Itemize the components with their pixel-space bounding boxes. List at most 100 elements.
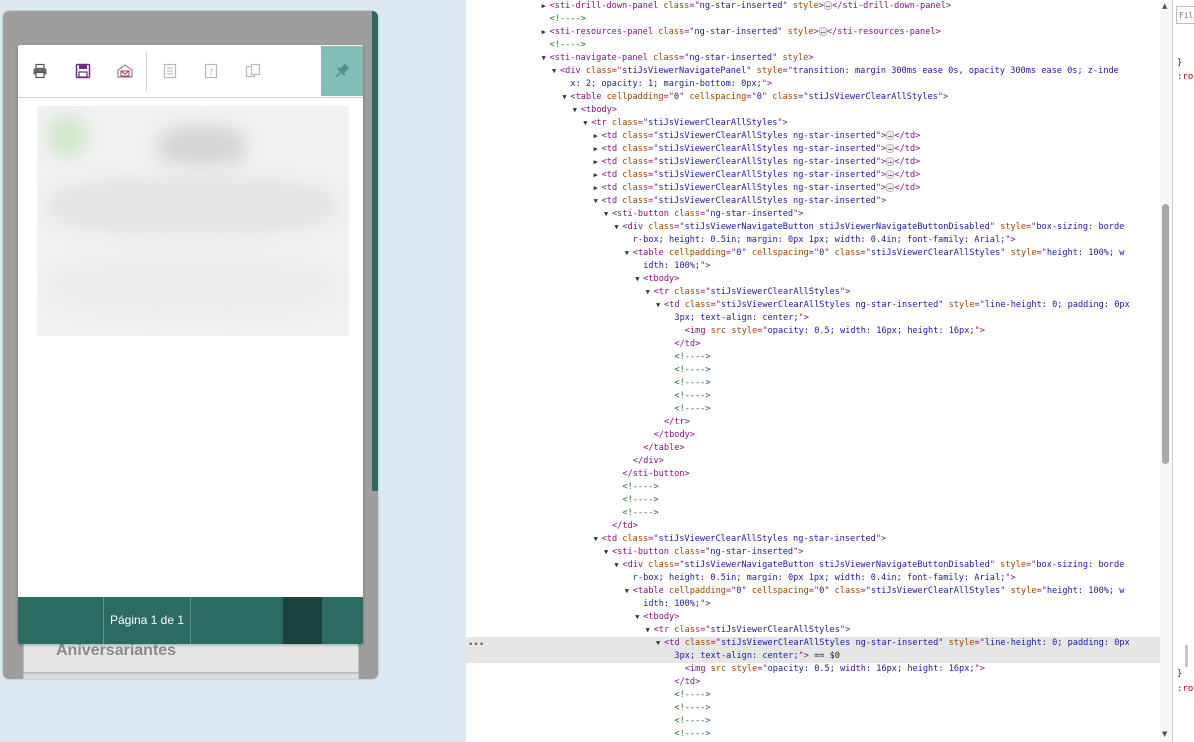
- collapse-triangle-icon[interactable]: ▼: [656, 299, 664, 312]
- collapse-triangle-icon[interactable]: ▼: [656, 637, 664, 650]
- dom-node-line[interactable]: r-box; height: 0.5in; margin: 0px 1px; w…: [466, 572, 1160, 585]
- dom-node-line[interactable]: ▼ <tbody>: [466, 273, 1160, 286]
- dom-node-line[interactable]: ▶ <sti-drill-down-panel class="ng-star-in…: [466, 0, 1160, 13]
- dom-node-line[interactable]: ▼ <table cellpadding="0" cellspacing="0" …: [466, 585, 1160, 598]
- expand-triangle-icon[interactable]: ▶: [594, 130, 602, 143]
- parameters-button[interactable]: [157, 58, 183, 84]
- dom-node-line[interactable]: ▼ <sti-navigate-panel class="ng-star-inse…: [466, 52, 1160, 65]
- pin-toolbar-button[interactable]: [321, 46, 363, 96]
- dom-node-line[interactable]: ▼ <td class="stiJsViewerClearAllStyles ng…: [466, 637, 1160, 650]
- collapse-triangle-icon[interactable]: ▼: [625, 585, 633, 598]
- dom-node-line[interactable]: ▼ <tr class="stiJsViewerClearAllStyles">: [466, 624, 1160, 637]
- dom-node-line[interactable]: <!---->: [466, 702, 1160, 715]
- elements-tree[interactable]: ▶ <sti-drill-down-panel class="ng-star-in…: [466, 0, 1160, 742]
- dom-node-line[interactable]: <!---->: [466, 39, 1160, 52]
- dom-node-line[interactable]: ▼ <tr class="stiJsViewerClearAllStyles">: [466, 286, 1160, 299]
- page-indicator[interactable]: Página 1 de 1: [104, 597, 190, 644]
- expand-triangle-icon[interactable]: ▶: [542, 26, 550, 39]
- dom-node-line[interactable]: ▶ <td class="stiJsViewerClearAllStyles ng…: [466, 130, 1160, 143]
- expand-triangle-icon[interactable]: ▶: [594, 143, 602, 156]
- dom-node-line[interactable]: ▼ <tbody>: [466, 611, 1160, 624]
- dom-node-line[interactable]: ▶ <sti-resources-panel class="ng-star-ins…: [466, 26, 1160, 39]
- dom-node-line[interactable]: <!---->: [466, 403, 1160, 416]
- dom-node-line[interactable]: <img src style="opacity: 0.5; width: 16p…: [466, 325, 1160, 338]
- dom-node-line[interactable]: ▶ <td class="stiJsViewerClearAllStyles ng…: [466, 182, 1160, 195]
- dom-node-line[interactable]: </td>: [466, 338, 1160, 351]
- save-button[interactable]: [70, 58, 96, 84]
- dom-node-line[interactable]: <img src style="opacity: 0.5; width: 16p…: [466, 663, 1160, 676]
- collapse-triangle-icon[interactable]: ▼: [635, 611, 643, 624]
- dom-node-line[interactable]: <!---->: [466, 507, 1160, 520]
- dom-node-line[interactable]: ▶ <td class="stiJsViewerClearAllStyles ng…: [466, 143, 1160, 156]
- expand-ellipsis-button[interactable]: …: [818, 27, 827, 36]
- dom-node-line[interactable]: ▼ <sti-button class="ng-star-inserted">: [466, 208, 1160, 221]
- dom-node-line[interactable]: <!---->: [466, 728, 1160, 741]
- dom-node-line[interactable]: <!---->: [466, 390, 1160, 403]
- dom-node-line[interactable]: </table>: [466, 442, 1160, 455]
- dom-node-line[interactable]: x: 2; opacity: 1; margin-bottom: 0px;">: [466, 78, 1160, 91]
- dom-node-line[interactable]: </sti-button>: [466, 468, 1160, 481]
- print-button[interactable]: [27, 58, 53, 84]
- dom-node-line[interactable]: ▼ <sti-button class="ng-star-inserted">: [466, 546, 1160, 559]
- dom-node-line[interactable]: </td>: [466, 520, 1160, 533]
- help-button[interactable]: ?: [198, 58, 224, 84]
- collapse-triangle-icon[interactable]: ▼: [594, 533, 602, 546]
- collapse-triangle-icon[interactable]: ▼: [604, 208, 612, 221]
- dom-node-line[interactable]: </tbody>: [466, 429, 1160, 442]
- code-token: =": [648, 183, 659, 193]
- dom-node-line[interactable]: <!---->: [466, 351, 1160, 364]
- expand-triangle-icon[interactable]: ▶: [594, 156, 602, 169]
- dom-node-line[interactable]: idth: 100%;">: [466, 598, 1160, 611]
- collapse-triangle-icon[interactable]: ▼: [542, 52, 550, 65]
- dom-node-line[interactable]: ▶ <td class="stiJsViewerClearAllStyles ng…: [466, 169, 1160, 182]
- dom-node-line[interactable]: <!---->: [466, 689, 1160, 702]
- send-email-button[interactable]: [112, 58, 138, 84]
- expand-ellipsis-button[interactable]: …: [823, 1, 833, 10]
- dom-node-line[interactable]: ▼ <div class="stiJsViewerNavigateButton s…: [466, 559, 1160, 572]
- dom-node-line[interactable]: <!---->: [466, 715, 1160, 728]
- dom-node-line[interactable]: <!---->: [466, 13, 1160, 26]
- scroll-thumb[interactable]: [1162, 204, 1169, 464]
- collapse-triangle-icon[interactable]: ▼: [625, 247, 633, 260]
- dom-node-line[interactable]: ▼ <tbody>: [466, 104, 1160, 117]
- scroll-up-arrow-icon[interactable]: ▲: [1162, 2, 1167, 10]
- collapse-triangle-icon[interactable]: ▼: [646, 286, 654, 299]
- collapse-triangle-icon[interactable]: ▼: [604, 546, 612, 559]
- collapse-triangle-icon[interactable]: ▼: [552, 65, 560, 78]
- dom-node-line[interactable]: </tr>: [466, 416, 1160, 429]
- dom-node-line[interactable]: ▼ <table cellpadding="0" cellspacing="0" …: [466, 91, 1160, 104]
- expand-triangle-icon[interactable]: ▶: [542, 0, 550, 13]
- dom-node-line[interactable]: <!---->: [466, 481, 1160, 494]
- expand-triangle-icon[interactable]: ▶: [594, 182, 602, 195]
- scroll-down-arrow-icon[interactable]: ▼: [1162, 730, 1167, 738]
- dom-node-line[interactable]: </div>: [466, 455, 1160, 468]
- collapse-triangle-icon[interactable]: ▼: [635, 273, 643, 286]
- dom-node-line[interactable]: <!---->: [466, 494, 1160, 507]
- collapse-triangle-icon[interactable]: ▼: [573, 104, 581, 117]
- dom-node-line[interactable]: idth: 100%;">: [466, 260, 1160, 273]
- dom-node-line[interactable]: 3px; text-align: center;"> == $0: [466, 650, 1160, 663]
- collapse-triangle-icon[interactable]: ▼: [594, 195, 602, 208]
- background-card-secondary[interactable]: [23, 673, 359, 679]
- dom-node-line[interactable]: ▼ <div class="stiJsViewerNavigateButton s…: [466, 221, 1160, 234]
- collapse-triangle-icon[interactable]: ▼: [583, 117, 591, 130]
- dom-node-line[interactable]: ▼ <td class="stiJsViewerClearAllStyles ng…: [466, 533, 1160, 546]
- dom-node-line[interactable]: ▼ <td class="stiJsViewerClearAllStyles ng…: [466, 299, 1160, 312]
- dom-node-line[interactable]: r-box; height: 0.5in; margin: 0px 1px; w…: [466, 234, 1160, 247]
- dom-node-line[interactable]: ▼ <tr class="stiJsViewerClearAllStyles">: [466, 117, 1160, 130]
- expand-triangle-icon[interactable]: ▶: [594, 169, 602, 182]
- dom-node-line[interactable]: ▼ <div class="stiJsViewerNavigatePanel" s…: [466, 65, 1160, 78]
- dom-node-line[interactable]: ▼ <td class="stiJsViewerClearAllStyles ng…: [466, 195, 1160, 208]
- dom-node-line[interactable]: 3px; text-align: center;">: [466, 312, 1160, 325]
- styles-filter-input[interactable]: Filt: [1176, 6, 1194, 24]
- collapse-triangle-icon[interactable]: ▼: [646, 624, 654, 637]
- dom-node-line[interactable]: ▼ <table cellpadding="0" cellspacing="0" …: [466, 247, 1160, 260]
- dom-node-line[interactable]: <!---->: [466, 377, 1160, 390]
- nav-active-button[interactable]: [283, 597, 322, 644]
- dom-node-line[interactable]: ▶ <td class="stiJsViewerClearAllStyles ng…: [466, 156, 1160, 169]
- elements-scrollbar[interactable]: ▲ ▼: [1160, 0, 1172, 742]
- multi-page-button[interactable]: [240, 58, 266, 84]
- dom-node-line[interactable]: <!---->: [466, 364, 1160, 377]
- dom-node-line[interactable]: </td>: [466, 676, 1160, 689]
- node-actions-dots[interactable]: •••: [468, 640, 484, 650]
